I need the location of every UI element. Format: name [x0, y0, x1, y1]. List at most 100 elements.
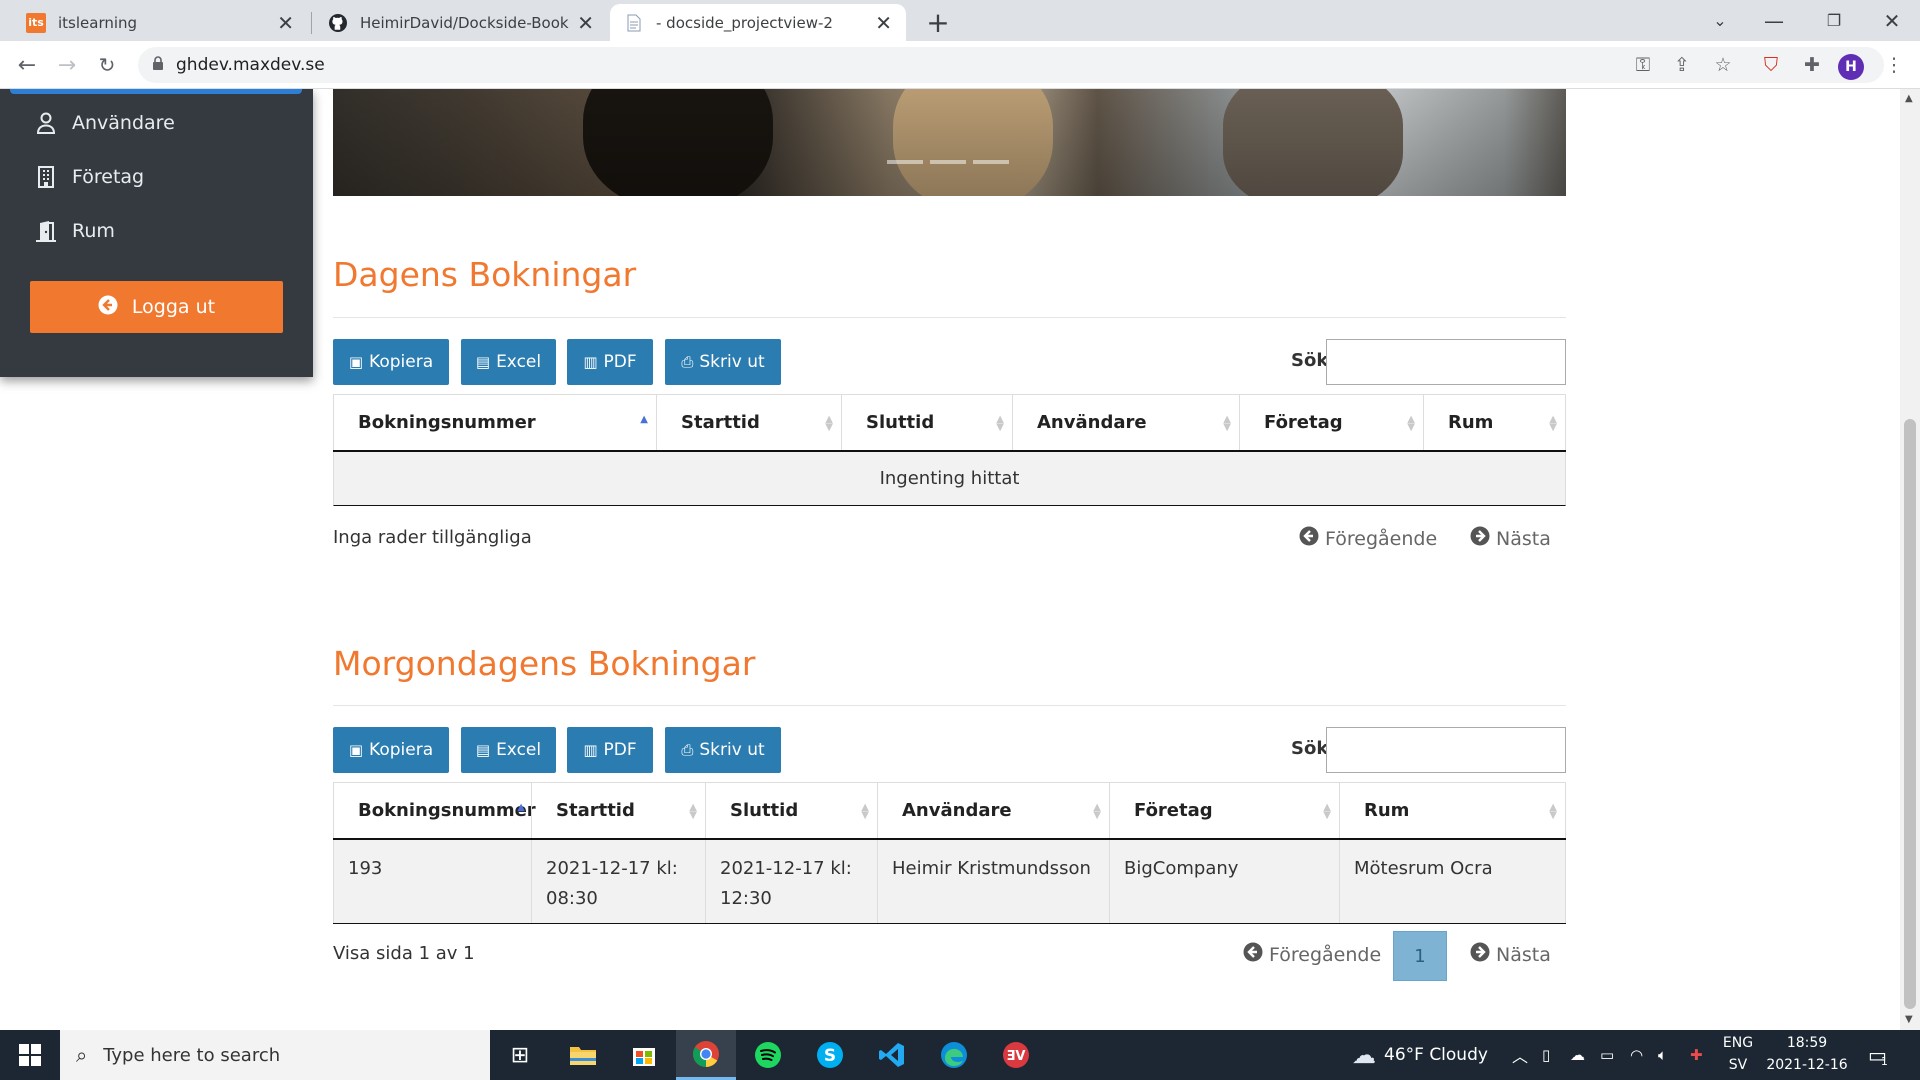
table-row[interactable]: 193 2021-12-17 kl: 08:30 2021-12-17 kl: …	[333, 840, 1566, 924]
address-bar[interactable]: ghdev.maxdev.se	[138, 47, 1884, 83]
expressvpn-icon[interactable]: ƎV	[986, 1030, 1046, 1080]
app-tray-icon[interactable]: ✚	[1690, 1030, 1703, 1080]
chrome-icon[interactable]	[676, 1030, 736, 1080]
copy-button[interactable]: ▣ Kopiera	[333, 339, 449, 385]
microsoft-store-icon[interactable]	[614, 1030, 674, 1080]
skype-icon[interactable]: S	[800, 1030, 860, 1080]
column-header-anvandare[interactable]: Användare ▲ ▼	[1012, 395, 1239, 450]
cloud-sync-icon[interactable]: ☁	[1570, 1030, 1585, 1080]
bookmark-star-icon[interactable]: ☆	[1707, 49, 1739, 81]
column-header-sluttid[interactable]: Sluttid ▲ ▼	[705, 783, 877, 838]
task-view-icon[interactable]: ⊞	[490, 1030, 550, 1080]
print-icon: ⎙	[681, 353, 694, 371]
language-code[interactable]: ENG	[1716, 1035, 1760, 1051]
sidebar-item-anvandare[interactable]: Användare	[34, 108, 175, 138]
copy-button[interactable]: ▣ Kopiera	[333, 727, 449, 773]
taskbar-search-box[interactable]: ⌕ Type here to search	[60, 1030, 490, 1080]
browser-tab-itslearning[interactable]: its itslearning ✕	[12, 4, 308, 41]
key-icon[interactable]: ⚿	[1627, 49, 1659, 81]
tab-title: itslearning	[58, 13, 138, 32]
new-tab-button[interactable]: +	[922, 6, 954, 39]
sidebar-item-rum[interactable]: Rum	[34, 216, 115, 246]
pdf-button[interactable]: ▥ PDF	[567, 339, 653, 385]
pagination-previous[interactable]: Föregående	[1243, 942, 1381, 967]
scrollbar-thumb[interactable]	[1904, 419, 1916, 1009]
carousel-indicator[interactable]	[887, 160, 923, 164]
pagination-label: Föregående	[1325, 527, 1438, 550]
more-menu-icon[interactable]: ⋮	[1878, 49, 1910, 81]
reload-icon[interactable]: ↻	[91, 49, 123, 81]
column-header-foretag[interactable]: Företag ▲ ▼	[1239, 395, 1423, 450]
sidebar-item-foretag[interactable]: Företag	[34, 162, 144, 192]
edge-icon[interactable]	[924, 1030, 984, 1080]
pdf-file-icon: ▥	[583, 741, 598, 759]
pdf-button[interactable]: ▥ PDF	[567, 727, 653, 773]
hero-overlay	[333, 89, 1566, 196]
close-tab-icon[interactable]: ✕	[277, 11, 294, 35]
pagination-page-1[interactable]: 1	[1393, 931, 1447, 981]
column-header-starttid[interactable]: Starttid ▲ ▼	[531, 783, 705, 838]
pagination-previous[interactable]: Föregående	[1299, 526, 1437, 551]
back-arrow-icon[interactable]: ←	[11, 49, 43, 81]
spotify-icon[interactable]	[738, 1030, 798, 1080]
browser-tab-active[interactable]: - docside_projectview-2 ✕	[610, 4, 906, 41]
page-viewport: Användare Företag Rum Logga ut Dagens Bo…	[0, 89, 1900, 1030]
close-tab-icon[interactable]: ✕	[875, 11, 892, 35]
column-header-foretag[interactable]: Företag ▲ ▼	[1109, 783, 1339, 838]
carousel-indicators	[887, 160, 1009, 164]
column-header-starttid[interactable]: Starttid ▲ ▼	[656, 395, 841, 450]
network-icon[interactable]: ◠	[1630, 1030, 1643, 1080]
forward-arrow-icon[interactable]: →	[51, 49, 83, 81]
logout-button[interactable]: Logga ut	[30, 281, 283, 333]
browser-tab-github[interactable]: HeimirDavid/Dockside-Booking-F ✕	[314, 4, 608, 41]
share-icon[interactable]: ⇪	[1666, 49, 1698, 81]
itslearning-icon: its	[26, 12, 46, 33]
print-button[interactable]: ⎙ Skriv ut	[665, 339, 781, 385]
search-input[interactable]	[1326, 727, 1566, 773]
extensions-puzzle-icon[interactable]: ✚	[1796, 49, 1828, 81]
clock-time[interactable]: 18:59	[1764, 1035, 1850, 1051]
volume-icon[interactable]: 🔈︎	[1658, 1030, 1667, 1080]
scroll-up-arrow-icon[interactable]: ▲	[1905, 93, 1913, 104]
weather-widget[interactable]: ☁ 46°F Cloudy	[1352, 1030, 1488, 1080]
column-header-rum[interactable]: Rum ▲ ▼	[1339, 783, 1566, 838]
arrow-circle-left-icon	[98, 295, 118, 320]
column-label: Rum	[1364, 800, 1410, 821]
search-input[interactable]	[1326, 339, 1566, 385]
restore-button[interactable]: ❐	[1806, 0, 1862, 41]
carousel-indicator[interactable]	[930, 160, 966, 164]
sort-icon: ▲ ▼	[996, 414, 1004, 433]
column-header-sluttid[interactable]: Sluttid ▲ ▼	[841, 395, 1012, 450]
minimize-button[interactable]: —	[1746, 0, 1802, 41]
column-label: Bokningsnummer	[358, 800, 536, 821]
column-header-bokningsnummer[interactable]: Bokningsnummer ▲▼	[333, 395, 656, 450]
print-button[interactable]: ⎙ Skriv ut	[665, 727, 781, 773]
pagination-label: Nästa	[1496, 943, 1551, 966]
excel-button[interactable]: ▤ Excel	[461, 727, 556, 773]
device-icon[interactable]: ▯	[1542, 1030, 1550, 1080]
pagination-next[interactable]: Nästa	[1470, 942, 1551, 967]
close-window-button[interactable]: ✕	[1864, 0, 1920, 41]
tab-search-chevron-icon[interactable]: ⌄	[1692, 0, 1748, 41]
excel-button[interactable]: ▤ Excel	[461, 339, 556, 385]
keyboard-layout[interactable]: SV	[1716, 1057, 1760, 1073]
carousel-indicator[interactable]	[973, 160, 1009, 164]
profile-avatar[interactable]: H	[1838, 54, 1864, 80]
vscode-icon[interactable]	[862, 1030, 922, 1080]
notification-center-icon[interactable]: ▭ 1	[1868, 1030, 1888, 1080]
scroll-down-arrow-icon[interactable]: ▼	[1905, 1014, 1913, 1025]
file-explorer-icon[interactable]	[553, 1030, 613, 1080]
windows-start-button[interactable]	[0, 1030, 60, 1080]
column-header-bokningsnummer[interactable]: Bokningsnummer ▲▼	[333, 783, 536, 838]
column-header-rum[interactable]: Rum ▲ ▼	[1423, 395, 1566, 450]
show-hidden-icons-chevron-icon[interactable]: ︿	[1512, 1030, 1528, 1080]
extension-shield-icon[interactable]: ⛉	[1755, 49, 1787, 81]
sort-icon: ▲ ▼	[1323, 802, 1331, 821]
clock-date[interactable]: 2021-12-16	[1764, 1057, 1850, 1073]
close-tab-icon[interactable]: ✕	[577, 11, 594, 35]
column-header-anvandare[interactable]: Användare ▲ ▼	[877, 783, 1109, 838]
page-scrollbar[interactable]: ▲ ▼	[1900, 89, 1920, 1030]
display-icon[interactable]: ▭	[1600, 1030, 1614, 1080]
pagination-next[interactable]: Nästa	[1470, 526, 1551, 551]
cell-foretag: BigCompany	[1109, 840, 1339, 923]
